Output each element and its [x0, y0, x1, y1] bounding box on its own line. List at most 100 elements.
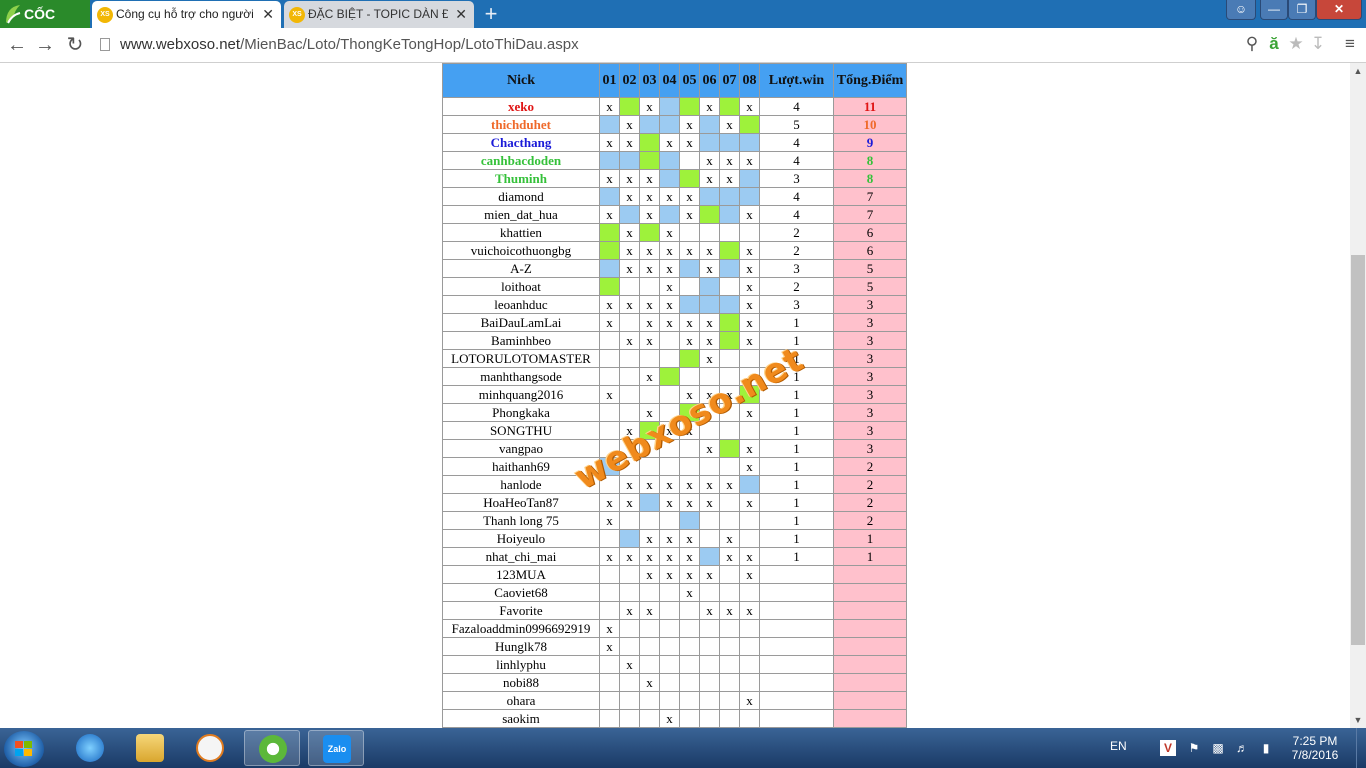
- hit-cell-blue: [599, 115, 620, 134]
- scroll-down-arrow-icon[interactable]: ▼: [1350, 712, 1366, 728]
- miss-cell: x: [659, 709, 680, 728]
- miss-cell: x: [599, 295, 620, 314]
- nick-cell: vuichoicothuongbg: [442, 241, 600, 260]
- nick-cell: canhbacdoden: [442, 151, 600, 170]
- empty-cell: [719, 277, 740, 296]
- taskbar-zalo[interactable]: Zalo: [308, 730, 364, 766]
- miss-cell: x: [619, 331, 640, 350]
- forward-arrow-icon[interactable]: →: [34, 34, 56, 56]
- nick-cell: Favorite: [442, 601, 600, 620]
- miss-cell: x: [739, 241, 760, 260]
- wins-cell: [759, 601, 834, 620]
- miss-cell: x: [699, 151, 720, 170]
- close-window-button[interactable]: ✕: [1316, 0, 1362, 20]
- taskbar-internet-explorer[interactable]: [62, 730, 118, 766]
- points-cell: 3: [833, 439, 907, 458]
- empty-cell: [639, 691, 660, 710]
- empty-cell: [739, 367, 760, 386]
- taskbar-media-player[interactable]: [182, 730, 238, 766]
- download-icon[interactable]: ↧: [1308, 34, 1328, 54]
- miss-cell: x: [739, 97, 760, 116]
- empty-cell: [619, 457, 640, 476]
- table-row: mien_dat_hua x x x x 4 7: [442, 205, 907, 224]
- points-cell: [833, 709, 907, 728]
- show-desktop-button[interactable]: [1356, 728, 1366, 768]
- antivirus-icon[interactable]: V: [1160, 740, 1176, 756]
- spell-check-icon[interactable]: ă: [1264, 34, 1284, 54]
- hit-cell-green: [679, 349, 700, 368]
- points-cell: 3: [833, 403, 907, 422]
- points-cell: 2: [833, 511, 907, 530]
- back-arrow-icon[interactable]: ←: [6, 34, 28, 56]
- zoom-search-icon[interactable]: ⚲: [1242, 34, 1262, 54]
- address-bar[interactable]: www.webxoso.net/MienBac/Loto/ThongKeTong…: [96, 33, 1336, 57]
- nick-cell: thichduhet: [442, 115, 600, 134]
- user-profile-button[interactable]: ☺: [1226, 0, 1256, 20]
- nick-cell: LOTORULOTOMASTER: [442, 349, 600, 368]
- hit-cell-blue: [639, 493, 660, 512]
- miss-cell: x: [719, 115, 740, 134]
- network-signal-icon[interactable]: ▩: [1210, 740, 1226, 756]
- tab-inactive[interactable]: XS ĐẶC BIỆT - TOPIC DÀN ĐỀ ✕: [284, 1, 474, 28]
- wins-cell: 1: [759, 547, 834, 566]
- bookmark-star-icon[interactable]: ★: [1286, 34, 1306, 54]
- close-tab-icon[interactable]: ✕: [455, 1, 467, 28]
- points-cell: 3: [833, 295, 907, 314]
- hit-cell-blue: [619, 151, 640, 170]
- empty-cell: [719, 655, 740, 674]
- system-clock[interactable]: 7:25 PM 7/8/2016: [1285, 734, 1345, 762]
- hit-cell-blue: [619, 205, 640, 224]
- coccoc-logo[interactable]: CỐC CỐC: [0, 0, 90, 50]
- empty-cell: [699, 655, 720, 674]
- scroll-thumb[interactable]: [1351, 255, 1365, 645]
- miss-cell: x: [599, 493, 620, 512]
- tab-active[interactable]: XS Công cụ hỗ trợ cho người ✕: [92, 1, 281, 28]
- start-button[interactable]: [4, 731, 44, 767]
- table-row: ohara x: [442, 691, 907, 710]
- empty-cell: [699, 457, 720, 476]
- empty-cell: [719, 457, 740, 476]
- miss-cell: x: [619, 223, 640, 242]
- empty-cell: [659, 637, 680, 656]
- table-row: diamond x x x x 4 7: [442, 187, 907, 206]
- volume-icon[interactable]: ♬: [1234, 740, 1250, 756]
- miss-cell: x: [679, 313, 700, 332]
- maximize-button[interactable]: ❐: [1288, 0, 1316, 20]
- hit-cell-blue: [659, 97, 680, 116]
- wins-cell: 1: [759, 457, 834, 476]
- clock-time: 7:25 PM: [1292, 734, 1338, 748]
- empty-cell: [719, 619, 740, 638]
- vertical-scrollbar[interactable]: ▲ ▼: [1350, 63, 1366, 728]
- hit-cell-blue: [719, 295, 740, 314]
- language-indicator[interactable]: EN: [1110, 739, 1127, 753]
- close-tab-icon[interactable]: ✕: [262, 1, 274, 28]
- empty-cell: [619, 691, 640, 710]
- internet-explorer-icon: [76, 734, 104, 762]
- empty-cell: [679, 673, 700, 692]
- action-center-flag-icon[interactable]: ⚑: [1186, 740, 1202, 756]
- column-header: 02: [619, 63, 640, 98]
- empty-cell: [599, 673, 620, 692]
- hit-cell-green: [639, 151, 660, 170]
- hit-cell-blue: [739, 475, 760, 494]
- miss-cell: x: [739, 601, 760, 620]
- new-tab-button[interactable]: +: [480, 3, 502, 25]
- scroll-up-arrow-icon[interactable]: ▲: [1350, 63, 1366, 79]
- menu-icon[interactable]: ≡: [1340, 34, 1360, 54]
- minimize-button[interactable]: —: [1260, 0, 1288, 20]
- miss-cell: x: [639, 331, 660, 350]
- taskbar-file-explorer[interactable]: [122, 730, 178, 766]
- battery-icon[interactable]: ▮: [1258, 740, 1274, 756]
- table-row: BaiDauLamLai x x x x x x 1 3: [442, 313, 907, 332]
- nick-cell: BaiDauLamLai: [442, 313, 600, 332]
- nick-cell: khattien: [442, 223, 600, 242]
- reload-icon[interactable]: ↻: [64, 34, 86, 56]
- points-cell: [833, 565, 907, 584]
- table-row: hanlode x x x x x x 1 2: [442, 475, 907, 494]
- empty-cell: [679, 367, 700, 386]
- taskbar-coccoc[interactable]: [244, 730, 300, 766]
- empty-cell: [719, 223, 740, 242]
- miss-cell: x: [639, 205, 660, 224]
- empty-cell: [719, 349, 740, 368]
- table-row: Thanh long 75 x 1 2: [442, 511, 907, 530]
